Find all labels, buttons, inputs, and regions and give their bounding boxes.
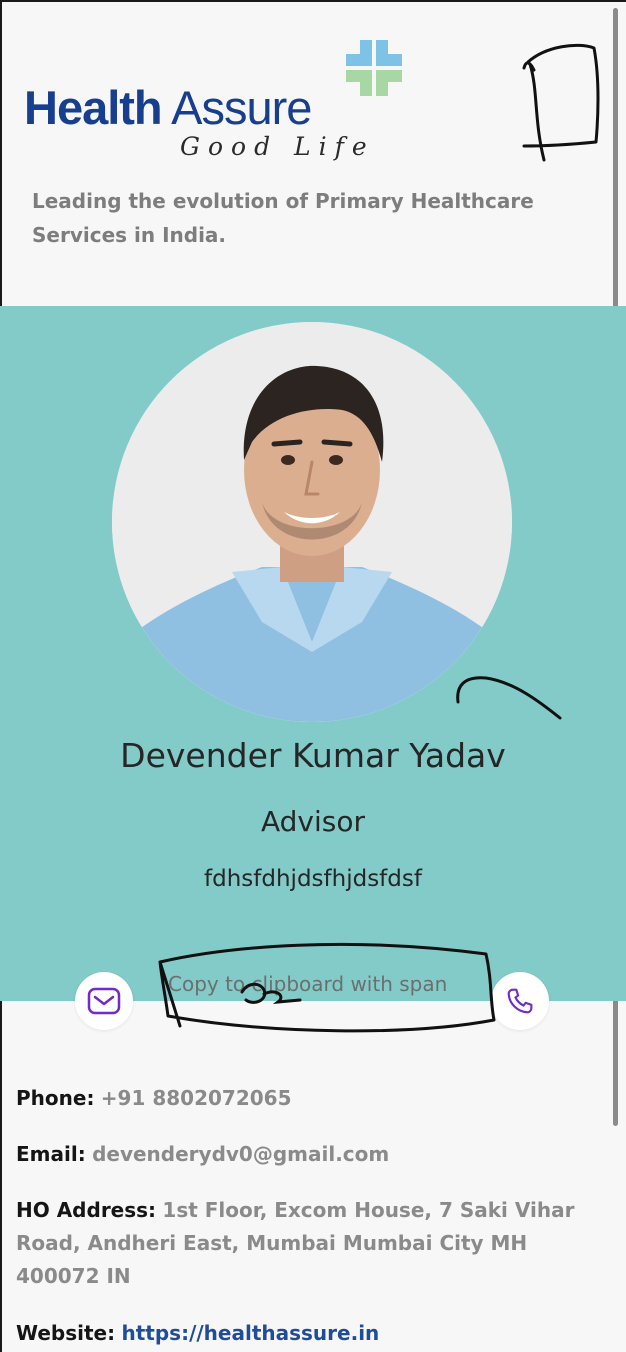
window-frame-top xyxy=(0,0,626,2)
phone-icon xyxy=(507,988,533,1014)
person-note: fdhsfdhjdsfhjdsfdsf xyxy=(204,866,422,892)
profile-photo xyxy=(112,322,512,722)
contact-website: Website: https://healthassure.in xyxy=(16,1317,596,1350)
person-role: Advisor xyxy=(260,805,365,838)
contact-email: Email: devenderydv0@gmail.com xyxy=(16,1138,596,1171)
envelope-icon xyxy=(87,987,121,1015)
website-label: Website: xyxy=(16,1321,116,1345)
brand-name: Health Assure xyxy=(24,80,312,135)
company-description: Leading the evolution of Primary Healthc… xyxy=(32,189,534,247)
address-label: HO Address: xyxy=(16,1198,157,1222)
brand-tagline: Good Life xyxy=(180,132,375,161)
person-name: Devender Kumar Yadav xyxy=(120,736,506,775)
email-value[interactable]: devenderydv0@gmail.com xyxy=(92,1142,389,1166)
annotation-scribble-curve xyxy=(456,676,562,720)
phone-value[interactable]: +91 8802072065 xyxy=(101,1086,292,1110)
brand-name-regular: Assure xyxy=(161,81,312,134)
contact-phone: Phone: +91 8802072065 xyxy=(16,1082,596,1115)
annotation-scribble-box xyxy=(522,43,600,162)
phone-label: Phone: xyxy=(16,1086,95,1110)
medical-cross-icon xyxy=(346,40,402,96)
brand-name-bold: Health xyxy=(24,81,163,134)
website-link[interactable]: https://healthassure.in xyxy=(121,1321,379,1345)
email-button[interactable] xyxy=(75,972,133,1030)
brand-logo: Health Assure Good Life xyxy=(24,36,404,166)
contact-address: HO Address: 1st Floor, Excom House, 7 Sa… xyxy=(16,1194,596,1293)
annotation-scribble-copy-box xyxy=(158,942,496,1033)
email-label: Email: xyxy=(16,1142,86,1166)
person-illustration xyxy=(112,322,512,722)
